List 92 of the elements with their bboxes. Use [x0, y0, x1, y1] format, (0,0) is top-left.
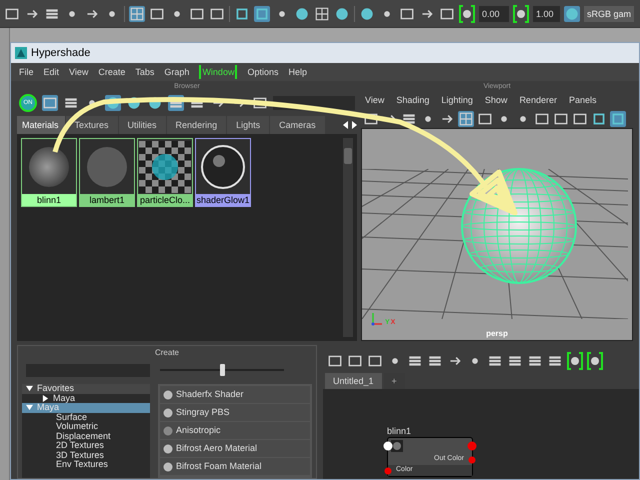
panel-title: Create — [154, 347, 179, 359]
axis-gizmo-icon — [370, 310, 384, 326]
viewport-menu-item[interactable]: Renderer — [519, 94, 557, 108]
shader-item[interactable]: Stingray PBS — [160, 404, 310, 421]
bracketed-icon[interactable] — [567, 352, 583, 370]
material-label: shaderGlow1 — [196, 194, 250, 206]
shader-item[interactable]: Bifrost Foam Material — [160, 458, 310, 475]
color-space-dropdown[interactable]: sRGB gam — [584, 6, 634, 22]
material-swatch[interactable]: shaderGlow1 — [195, 138, 251, 207]
material-label: lambert1 — [80, 194, 134, 206]
menu-item[interactable]: View — [69, 65, 88, 79]
sphere-icon[interactable] — [564, 6, 580, 22]
shader-item[interactable]: Anisotropic — [160, 422, 310, 439]
sphere-thumbnail-icon — [391, 440, 403, 452]
browser-tab[interactable]: Utilities — [118, 116, 166, 134]
viewport-menu-item[interactable]: Lighting — [441, 94, 473, 108]
frame-icon[interactable] — [534, 111, 550, 127]
material-swatch[interactable]: lambert1 — [79, 138, 135, 207]
tree-item[interactable]: Displacement — [22, 432, 150, 441]
frame-icon[interactable] — [4, 6, 20, 22]
frame-icon[interactable] — [367, 353, 383, 369]
menu-item[interactable]: File — [19, 65, 34, 79]
frame-icon[interactable] — [189, 6, 205, 22]
browser-tab[interactable]: Lights — [227, 116, 270, 134]
slider-thumb[interactable] — [220, 364, 224, 376]
shader-item[interactable]: Bifrost Aero Material — [160, 440, 310, 457]
gamma-field[interactable]: 1.00 — [533, 6, 560, 22]
menu-item[interactable]: Options — [247, 65, 278, 79]
browser-tab[interactable]: Rendering — [166, 116, 226, 134]
menu-item[interactable]: Tabs — [135, 65, 154, 79]
frame-icon[interactable] — [477, 111, 493, 127]
scroll-arrows-icon[interactable] — [343, 121, 357, 129]
menu-item[interactable]: Create — [98, 65, 126, 79]
app-icon — [15, 47, 27, 59]
tree-item[interactable]: Surface — [22, 412, 150, 422]
window-title: Hypershade — [31, 46, 90, 61]
sphere-swatch-icon — [85, 144, 129, 188]
frame-icon[interactable] — [553, 111, 569, 127]
tree-item[interactable]: Volumetric — [22, 422, 150, 432]
sphere-icon[interactable] — [334, 6, 350, 22]
camera-label: persp — [485, 328, 509, 340]
grid-icon[interactable] — [314, 6, 330, 22]
collapsed-triangle-icon[interactable] — [42, 394, 49, 402]
menu-item[interactable]: Window — [199, 65, 238, 79]
exposure-field[interactable]: 0.00 — [479, 6, 509, 22]
browser-tab[interactable]: Materials — [17, 116, 65, 134]
viewport-menu-item[interactable]: Panels — [568, 94, 596, 108]
input-port-icon[interactable] — [384, 467, 392, 475]
frame-icon[interactable] — [149, 6, 165, 22]
menu-item[interactable]: Help — [288, 65, 307, 79]
material-label: blinn1 — [22, 194, 76, 206]
browser-tab[interactable]: Cameras — [270, 116, 325, 134]
viewport-menu-item[interactable]: Shading — [396, 94, 430, 108]
glowing-sphere-swatch-icon — [199, 142, 247, 190]
sphere-icon[interactable] — [294, 6, 310, 22]
material-swatch[interactable]: particleClo... — [137, 138, 193, 207]
frame-icon[interactable] — [347, 353, 363, 369]
bracketed-icon[interactable] — [587, 352, 603, 370]
sphere-icon[interactable] — [126, 95, 142, 111]
slider-track[interactable] — [158, 364, 286, 376]
menu-item[interactable]: Graph — [164, 65, 190, 79]
material-swatch[interactable]: blinn1 — [21, 138, 77, 207]
tree-item[interactable]: Env Textures — [22, 460, 150, 470]
input-port-icon[interactable] — [383, 441, 393, 451]
tree-item[interactable]: Favorites — [22, 384, 150, 394]
bracketed-icon[interactable] — [459, 4, 475, 22]
material-label: particleClo... — [138, 194, 192, 206]
shader-item[interactable]: Shaderfx Shader — [160, 386, 310, 403]
tree-item[interactable]: Maya — [22, 394, 150, 403]
frame-icon[interactable] — [399, 6, 415, 22]
editor-tab[interactable]: Untitled_1 — [325, 373, 382, 389]
frame-icon[interactable] — [209, 6, 225, 22]
viewport-menu-item[interactable]: View — [365, 94, 384, 108]
checker-swatch-icon — [139, 140, 191, 192]
frame-icon[interactable] — [439, 6, 455, 22]
node-title: blinn1 — [387, 425, 412, 437]
scrollbar[interactable] — [343, 138, 353, 337]
grid-icon[interactable] — [129, 6, 145, 22]
viewport-menu-item[interactable]: Show — [484, 94, 508, 108]
expanded-triangle-icon[interactable] — [26, 385, 33, 392]
frame-icon[interactable] — [252, 95, 268, 111]
frame-icon[interactable] — [327, 353, 343, 369]
bracketed-icon[interactable] — [513, 4, 529, 22]
browser-tab[interactable]: Textures — [66, 116, 118, 134]
menu-item[interactable]: Edit — [44, 65, 60, 79]
frame-icon[interactable] — [572, 111, 588, 127]
frame-icon[interactable] — [363, 111, 379, 127]
tree-item[interactable]: 2D Textures — [22, 441, 150, 450]
sphere-swatch-icon — [27, 144, 71, 188]
disc-icon — [163, 426, 173, 436]
tree-item[interactable]: 3D Textures — [22, 450, 150, 460]
sphere-icon[interactable] — [359, 6, 375, 22]
